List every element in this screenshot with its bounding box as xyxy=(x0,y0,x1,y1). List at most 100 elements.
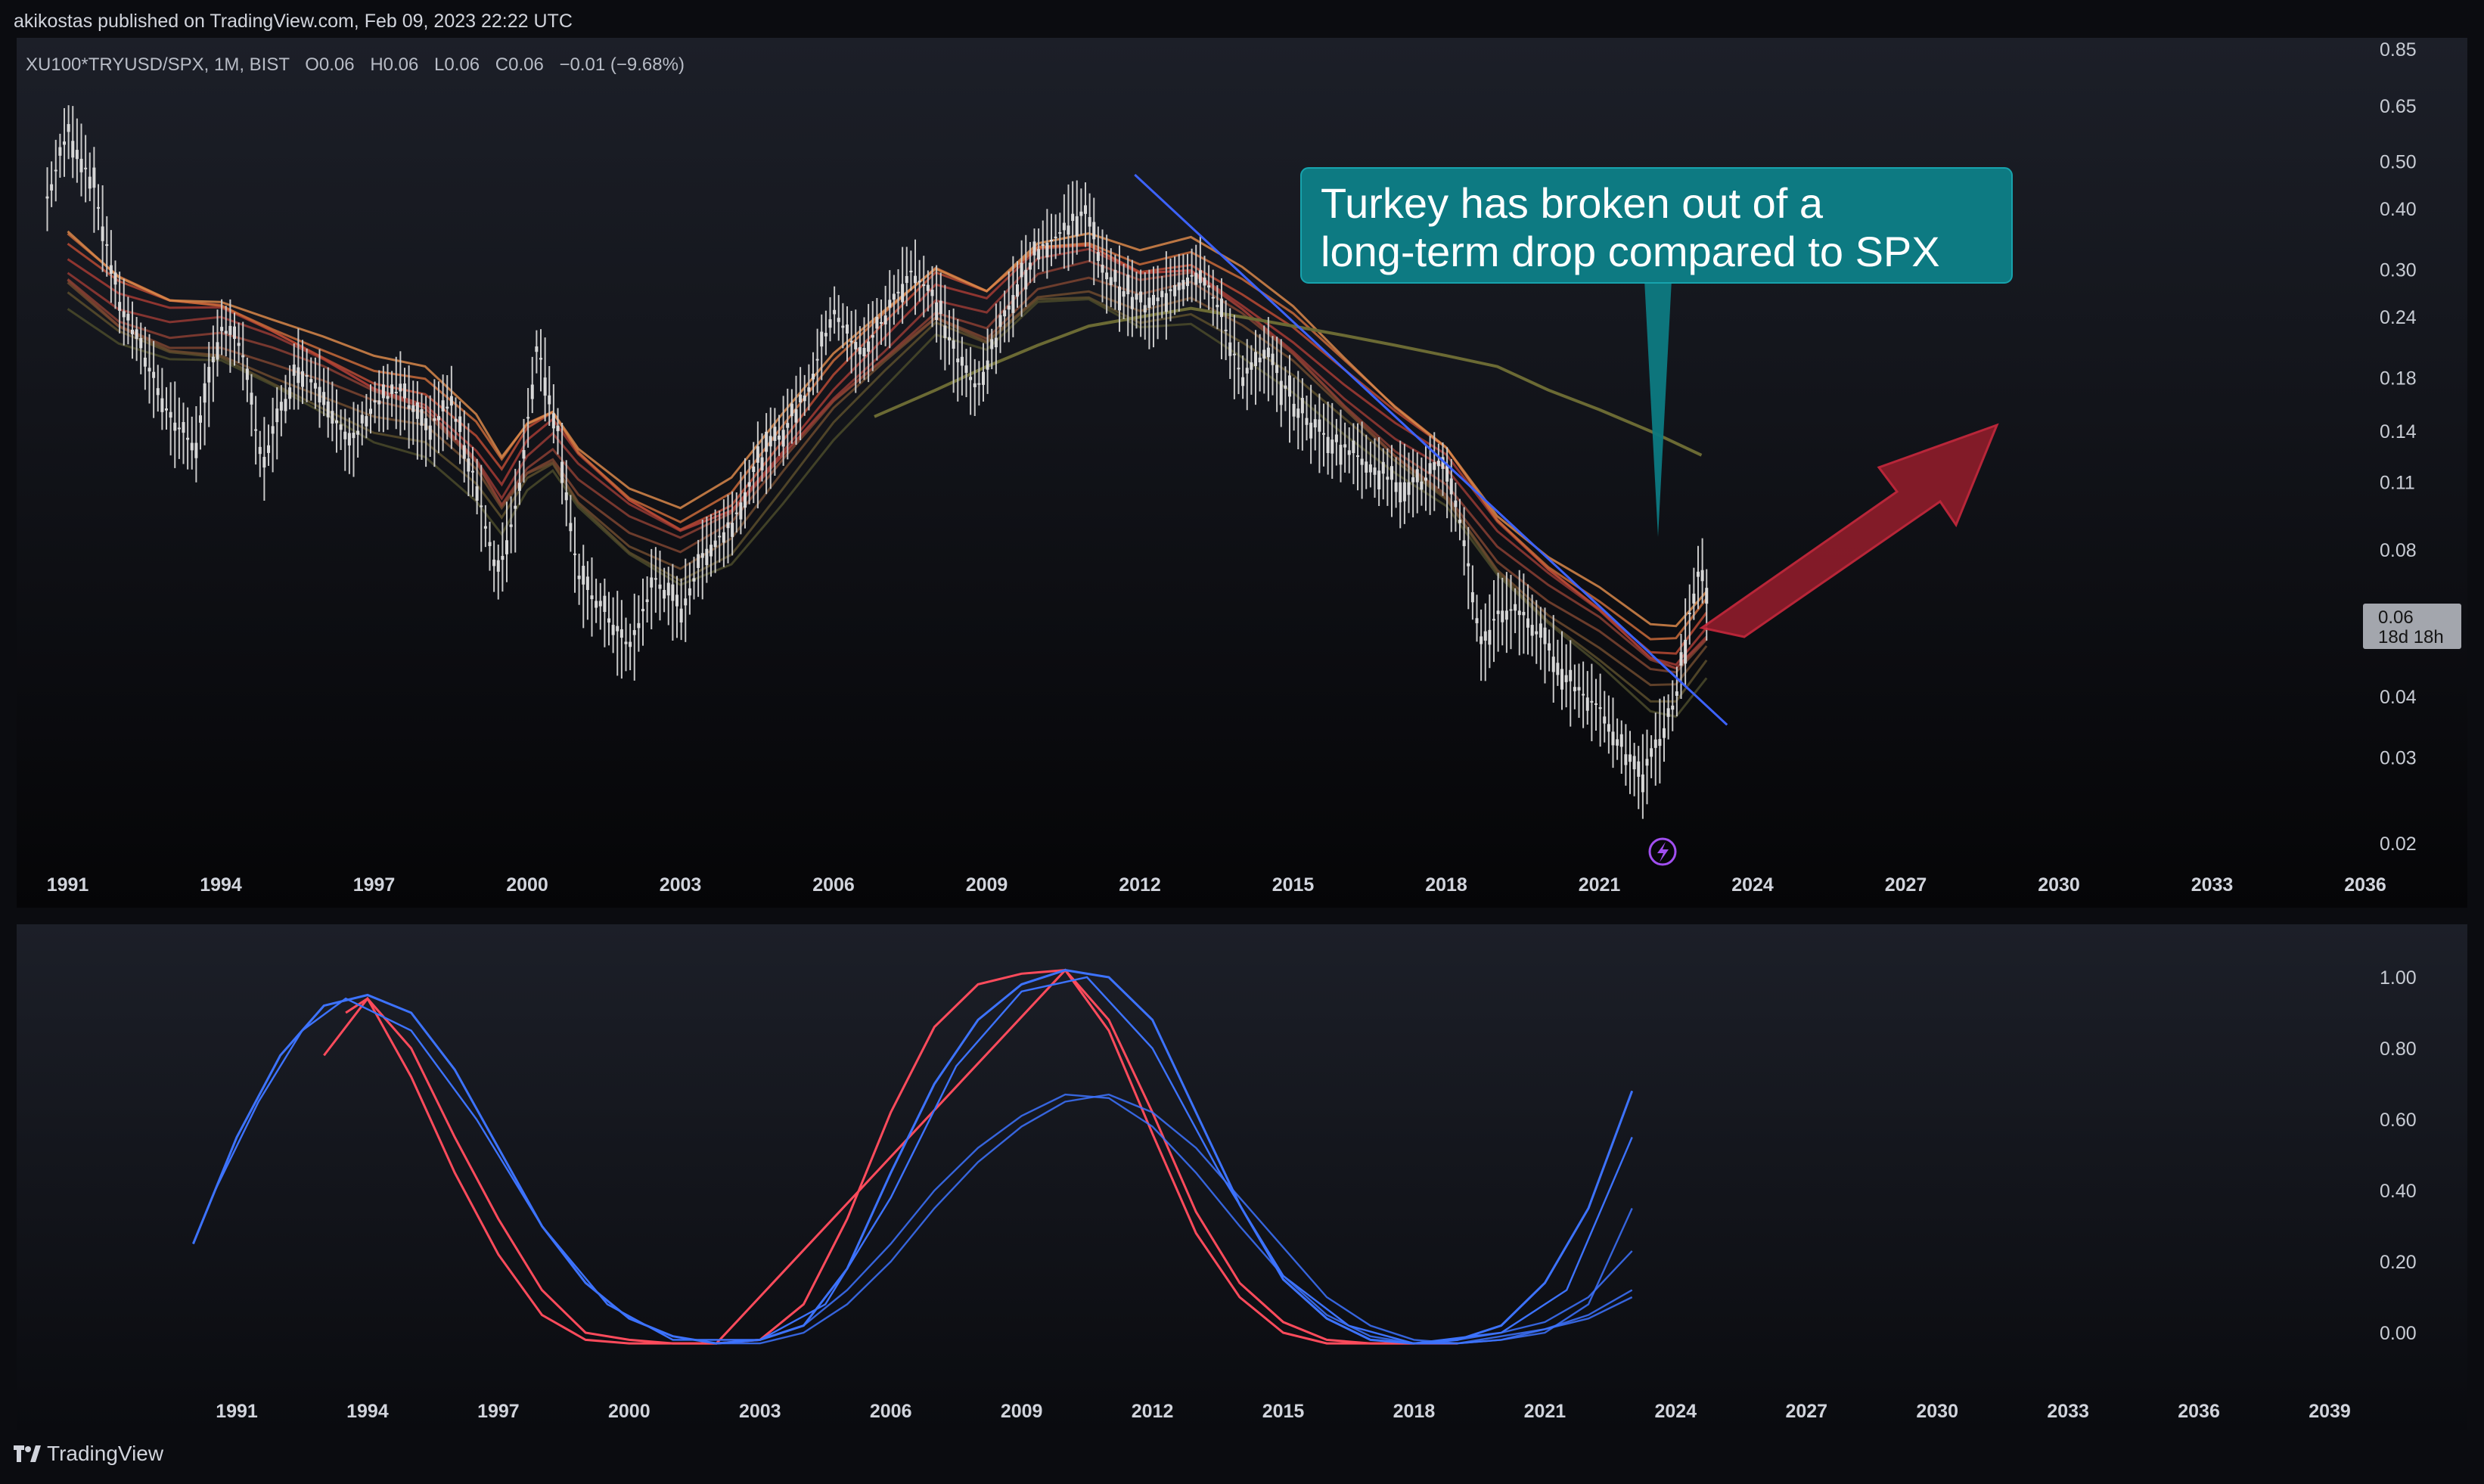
candle-body xyxy=(1433,462,1436,470)
candle-body xyxy=(875,316,879,329)
candle-body xyxy=(1424,477,1427,481)
candle-body xyxy=(79,158,83,172)
oscillator-x-tick: 1997 xyxy=(477,1401,520,1422)
candle-body xyxy=(135,329,138,340)
candle-body xyxy=(1271,353,1275,365)
candle-body xyxy=(1152,294,1155,306)
candle-body xyxy=(1666,708,1670,717)
candle-body xyxy=(1585,697,1589,711)
candle-body xyxy=(1079,211,1083,216)
candle-body xyxy=(1582,694,1585,696)
candle-body xyxy=(1207,285,1211,288)
oscillator-x-tick: 2015 xyxy=(1262,1401,1305,1422)
candle-body xyxy=(322,392,326,405)
candle-body xyxy=(458,416,462,433)
candle-body xyxy=(190,442,194,451)
candle-body xyxy=(381,384,385,399)
candle-body xyxy=(590,595,594,600)
oscillator-x-tick: 2003 xyxy=(739,1401,781,1422)
candle-body xyxy=(480,505,483,508)
candle-body xyxy=(1360,458,1364,465)
candle-body xyxy=(688,588,691,596)
oscillator-x-tick: 2012 xyxy=(1132,1401,1174,1422)
candle-body xyxy=(1517,610,1521,616)
tradingview-logo[interactable]: TradingView xyxy=(14,1442,163,1466)
candle-body xyxy=(812,374,815,380)
candle-body xyxy=(67,124,70,132)
candle-body xyxy=(1237,368,1240,370)
candle-body xyxy=(390,384,394,394)
candle-body xyxy=(1007,306,1011,310)
candle-body xyxy=(1611,731,1615,746)
candle-body xyxy=(1309,422,1313,439)
price-x-tick: 1994 xyxy=(200,874,242,896)
candle-body xyxy=(207,367,211,383)
candle-body xyxy=(846,324,849,334)
candle-body xyxy=(1560,669,1563,690)
candle-body xyxy=(386,396,390,399)
candle-body xyxy=(901,284,905,303)
candle-body xyxy=(973,383,977,387)
candle-body xyxy=(1632,756,1636,770)
candle-body xyxy=(228,325,232,335)
candle-body xyxy=(854,342,858,349)
candle-body xyxy=(577,576,581,579)
candle-body xyxy=(803,395,806,402)
candle-body xyxy=(1496,610,1500,614)
candle-body xyxy=(1641,774,1644,793)
candle-body xyxy=(424,418,428,430)
candle-body xyxy=(734,512,738,514)
candle-body xyxy=(1705,588,1709,604)
candle-body xyxy=(713,540,717,548)
candle-body xyxy=(1368,464,1372,473)
candle-body xyxy=(97,206,100,209)
candle-body xyxy=(858,347,862,355)
oscillator-x-tick: 2030 xyxy=(1916,1401,1958,1422)
candle-body xyxy=(1067,225,1070,235)
candle-body xyxy=(373,400,377,403)
price-y-tick: 0.04 xyxy=(2380,687,2417,708)
candle-body xyxy=(632,630,636,635)
candle-body xyxy=(705,548,709,566)
candle-body xyxy=(1671,705,1675,710)
candle-body xyxy=(1164,293,1168,312)
candle-body xyxy=(446,406,449,409)
candle-body xyxy=(224,331,228,334)
candle-body xyxy=(977,383,981,385)
candle-body xyxy=(415,402,419,419)
candle-body xyxy=(820,331,824,347)
candle-body xyxy=(1181,280,1185,290)
candle-body xyxy=(1300,398,1304,414)
price-pane[interactable] xyxy=(17,38,2467,908)
chart-canvas[interactable]: 0.85 0.65 0.50 0.40 0.30 0.24 0.18 0.14 0.11 0.08… xyxy=(0,0,2484,1484)
candle-body xyxy=(573,553,576,555)
candle-body xyxy=(50,184,54,191)
candle-body xyxy=(1688,613,1691,615)
candle-body xyxy=(1220,298,1223,318)
candle-body xyxy=(318,387,321,403)
candle-body xyxy=(756,446,759,463)
candle-body xyxy=(1088,216,1091,227)
price-x-tick: 2018 xyxy=(1425,874,1467,896)
candle-body xyxy=(113,272,117,285)
candle-body xyxy=(1663,728,1666,738)
candle-body xyxy=(1216,304,1219,308)
oscillator-pane[interactable] xyxy=(17,924,2467,1430)
candle-body xyxy=(815,359,819,361)
candle-body xyxy=(1113,269,1117,282)
candle-body xyxy=(1028,262,1032,270)
candle-body xyxy=(918,281,921,283)
candle-body xyxy=(1334,434,1338,442)
candle-body xyxy=(1377,470,1381,490)
oscillator-x-tick: 2039 xyxy=(2309,1401,2351,1422)
candle-body xyxy=(122,311,126,318)
candle-body xyxy=(309,379,313,383)
candle-body xyxy=(1160,290,1164,297)
candle-body xyxy=(1509,609,1513,611)
price-x-tick: 1991 xyxy=(47,874,89,896)
candle-body xyxy=(1330,439,1334,454)
candle-body xyxy=(833,309,837,315)
candle-body xyxy=(658,584,662,589)
candle-body xyxy=(1062,222,1066,231)
candle-body xyxy=(1245,368,1249,374)
